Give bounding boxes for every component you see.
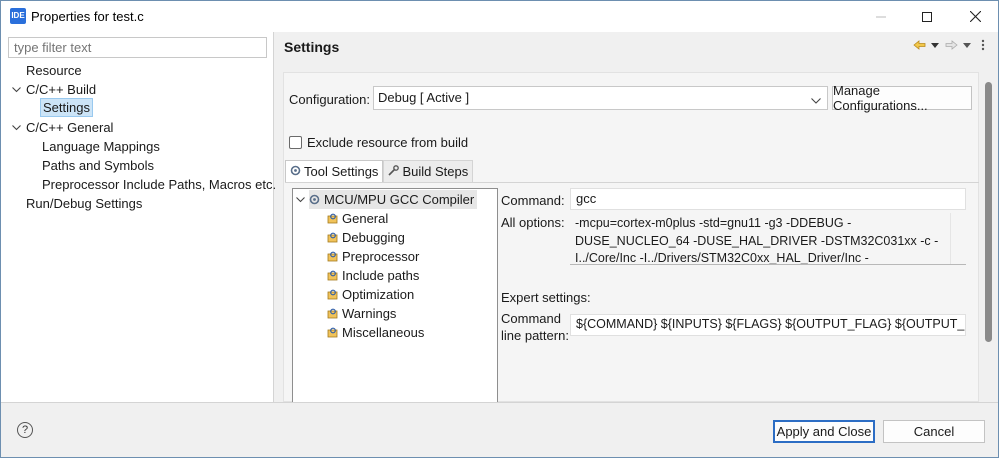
all-options-label: All options:: [501, 215, 565, 230]
command-label: Command:: [501, 193, 565, 208]
options-scrollbar[interactable]: [950, 213, 966, 264]
configuration-select[interactable]: Debug [ Active ]: [373, 86, 828, 110]
option-category-icon: [327, 213, 338, 224]
build-steps-icon: [388, 164, 400, 179]
view-menu-icon[interactable]: [976, 38, 990, 52]
tool-tree-item-optimization[interactable]: Optimization: [327, 285, 414, 304]
chevron-down-icon: [811, 92, 821, 107]
cancel-button[interactable]: Cancel: [883, 420, 985, 443]
forward-menu-chevron-icon[interactable]: [960, 38, 974, 52]
maximize-icon: [922, 11, 932, 22]
tree-item-preprocessor-include-paths[interactable]: Preprocessor Include Paths, Macros etc.: [42, 175, 276, 194]
tree-item-cpp-general[interactable]: C/C++ General: [26, 118, 113, 137]
compiler-tool-icon: [309, 194, 320, 205]
option-category-icon: [327, 289, 338, 300]
page-navigation: [912, 38, 990, 52]
title-bar: IDE Properties for test.c: [1, 1, 998, 32]
option-category-icon: [327, 327, 338, 338]
maximize-button[interactable]: [904, 1, 950, 32]
ide-app-icon: IDE: [10, 8, 26, 24]
tool-tree-item-debugging[interactable]: Debugging: [327, 228, 405, 247]
close-button[interactable]: [952, 1, 998, 32]
tree-item-resource[interactable]: Resource: [26, 61, 82, 80]
apply-and-close-button[interactable]: Apply and Close: [773, 420, 875, 443]
tab-tool-settings[interactable]: Tool Settings: [285, 160, 384, 182]
close-icon: [969, 11, 981, 22]
help-icon[interactable]: ?: [17, 422, 33, 438]
window-title: Properties for test.c: [31, 9, 144, 24]
command-line-pattern-label: Command line pattern:: [501, 311, 569, 343]
exclude-resource-label: Exclude resource from build: [307, 135, 469, 150]
all-options-text[interactable]: -mcpu=cortex-m0plus -std=gnu11 -g3 -DDEB…: [570, 213, 966, 265]
minimize-icon: [876, 16, 886, 17]
tree-item-paths-and-symbols[interactable]: Paths and Symbols: [42, 156, 154, 175]
tool-tree-item-general[interactable]: General: [327, 209, 388, 228]
minimize-button[interactable]: [858, 1, 904, 32]
back-arrow-icon[interactable]: [912, 38, 926, 52]
expert-settings-label: Expert settings:: [501, 290, 591, 305]
tree-item-cpp-build[interactable]: C/C++ Build: [26, 80, 96, 99]
properties-dialog: IDE Properties for test.c Resource C/C++…: [0, 0, 999, 458]
exclude-resource-checkbox[interactable]: [289, 136, 302, 149]
tool-settings-icon: [290, 164, 301, 179]
settings-content: Configuration: Debug [ Active ] Manage C…: [283, 72, 979, 403]
back-menu-chevron-icon[interactable]: [928, 38, 942, 52]
tool-tree-item-include-paths[interactable]: Include paths: [327, 266, 419, 285]
settings-pane: Settings Configuration: Debug [ Active ]: [275, 32, 998, 403]
option-category-icon: [327, 270, 338, 281]
filter-input[interactable]: [8, 37, 267, 58]
tool-tree: MCU/MPU GCC Compiler General Debugging P…: [292, 188, 498, 403]
chevron-down-icon: [296, 196, 305, 202]
page-title: Settings: [284, 39, 340, 55]
chevron-down-icon[interactable]: [11, 118, 21, 137]
tool-tree-compiler[interactable]: MCU/MPU GCC Compiler: [309, 190, 478, 209]
tree-item-run-debug-settings[interactable]: Run/Debug Settings: [26, 194, 142, 213]
chevron-down-icon[interactable]: [11, 80, 21, 99]
tool-tree-item-miscellaneous[interactable]: Miscellaneous: [327, 323, 424, 342]
dialog-button-bar: ? Apply and Close Cancel: [1, 402, 998, 457]
command-line-pattern-input[interactable]: ${COMMAND} ${INPUTS} ${FLAGS} ${OUTPUT_F…: [570, 314, 966, 336]
property-pages-pane: Resource C/C++ Build Settings C/C++ Gene…: [1, 32, 276, 402]
option-category-icon: [327, 251, 338, 262]
tool-tree-item-preprocessor[interactable]: Preprocessor: [327, 247, 419, 266]
vertical-scrollbar[interactable]: [985, 82, 992, 342]
tool-tree-toggle[interactable]: [296, 190, 305, 209]
command-input[interactable]: gcc: [570, 188, 966, 210]
configuration-value: Debug [ Active ]: [378, 90, 470, 105]
configuration-label: Configuration:: [289, 92, 370, 107]
tab-build-steps[interactable]: Build Steps: [383, 160, 474, 182]
tool-tree-item-warnings[interactable]: Warnings: [327, 304, 396, 323]
settings-tabs: Tool Settings Build Steps: [285, 160, 474, 182]
option-category-icon: [327, 308, 338, 319]
exclude-resource-option[interactable]: Exclude resource from build: [289, 135, 468, 150]
tree-item-language-mappings[interactable]: Language Mappings: [42, 137, 160, 156]
tree-item-settings[interactable]: Settings: [40, 98, 93, 117]
forward-arrow-icon[interactable]: [944, 38, 958, 52]
option-category-icon: [327, 232, 338, 243]
manage-configurations-button[interactable]: Manage Configurations...: [832, 83, 972, 113]
